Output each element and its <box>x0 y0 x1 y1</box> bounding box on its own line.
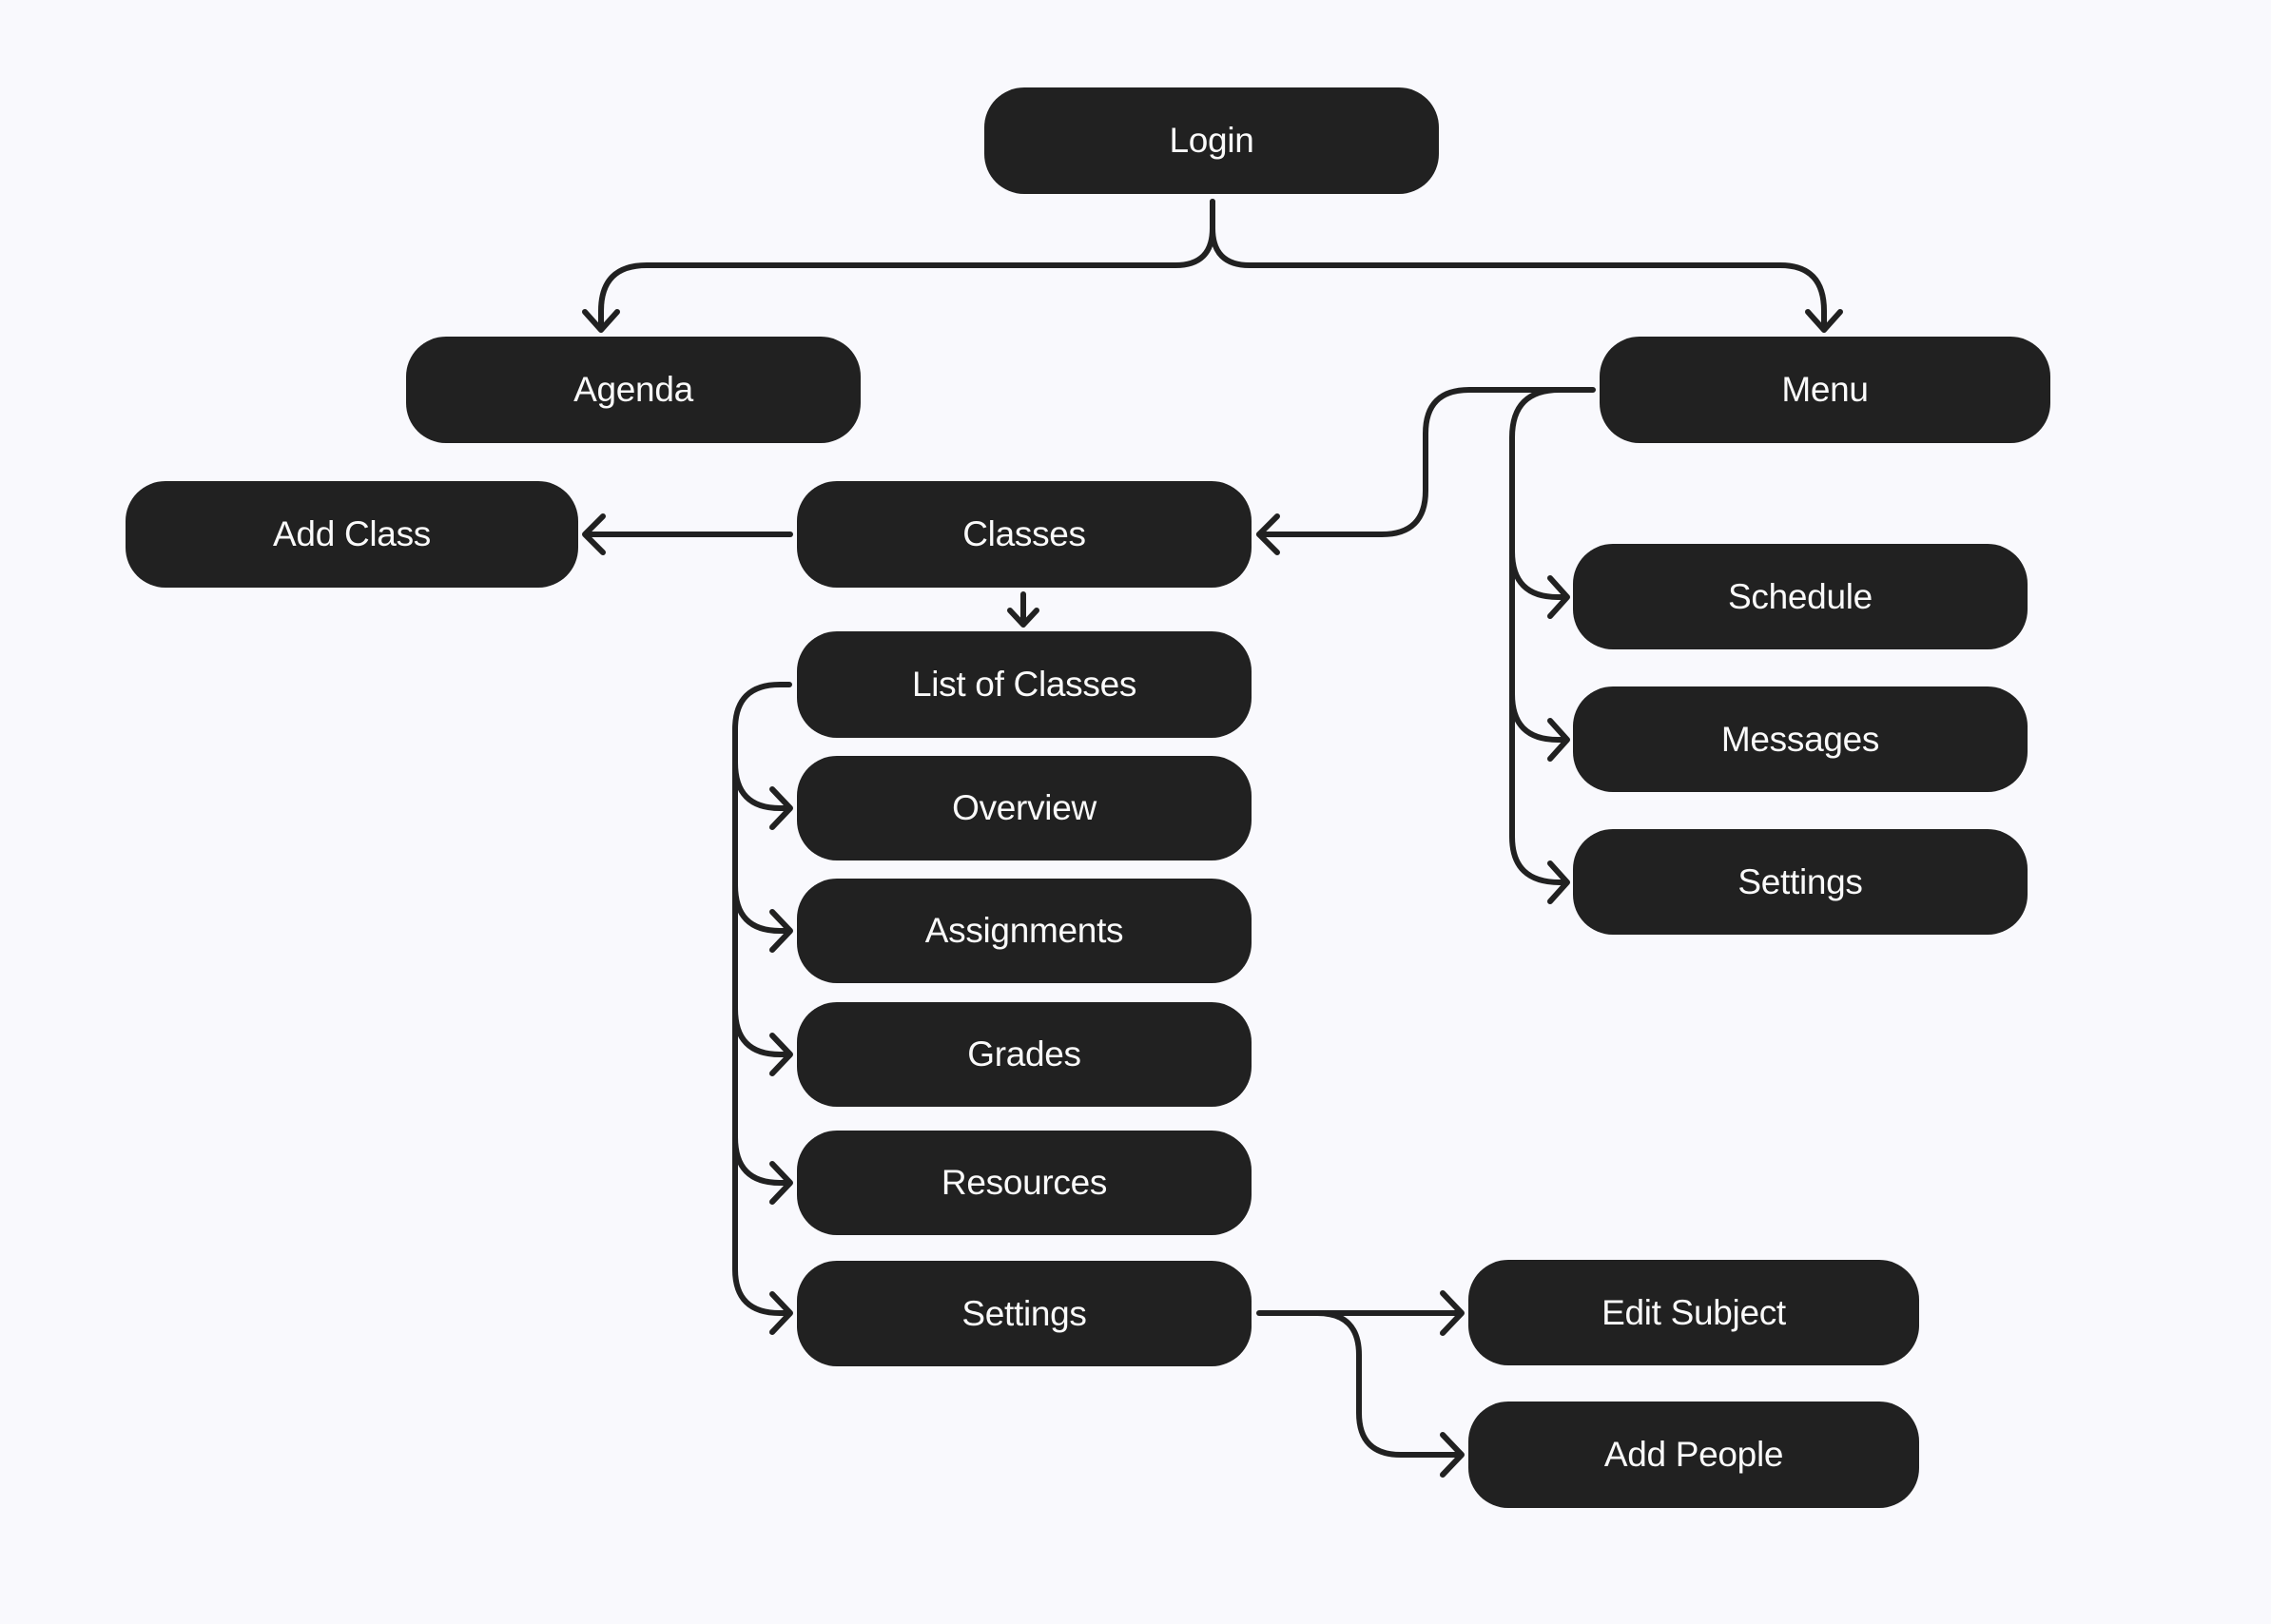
edge-login-menu <box>1210 199 1827 332</box>
node-menu-settings[interactable]: Settings <box>1573 829 2028 935</box>
node-label: Schedule <box>1728 576 1873 616</box>
edge-list-trunk <box>732 682 792 1316</box>
node-label: Settings <box>961 1293 1087 1333</box>
node-add-people[interactable]: Add People <box>1468 1402 1919 1508</box>
node-messages[interactable]: Messages <box>1573 686 2028 792</box>
node-label: Login <box>1169 121 1254 160</box>
node-list-of-classes[interactable]: List of Classes <box>797 631 1252 738</box>
node-resources[interactable]: Resources <box>797 1131 1252 1235</box>
node-grades[interactable]: Grades <box>797 1002 1252 1107</box>
node-login[interactable]: Login <box>984 87 1439 194</box>
node-label: Menu <box>1781 370 1869 409</box>
node-label: Classes <box>962 514 1086 553</box>
edge-menu-classes <box>1256 387 1596 537</box>
node-label: Settings <box>1737 861 1863 901</box>
node-label: Messages <box>1720 719 1880 759</box>
node-classes[interactable]: Classes <box>797 481 1252 588</box>
node-class-settings[interactable]: Settings <box>797 1261 1252 1366</box>
edge-settings-addpeople <box>1314 1310 1464 1458</box>
node-label: List of Classes <box>911 665 1137 704</box>
node-agenda[interactable]: Agenda <box>406 337 861 443</box>
node-add-class[interactable]: Add Class <box>126 481 578 588</box>
edge-menu-children-trunk <box>1509 387 1568 885</box>
node-assignments[interactable]: Assignments <box>797 879 1252 983</box>
node-label: Add Class <box>273 514 431 553</box>
node-label: Add People <box>1603 1435 1784 1474</box>
node-label: Overview <box>952 788 1097 827</box>
node-edit-subject[interactable]: Edit Subject <box>1468 1260 1919 1365</box>
node-label: Grades <box>967 1034 1081 1073</box>
node-schedule[interactable]: Schedule <box>1573 544 2028 649</box>
node-label: Agenda <box>573 370 693 409</box>
node-label: Assignments <box>924 911 1124 950</box>
node-overview[interactable]: Overview <box>797 756 1252 860</box>
node-label: Edit Subject <box>1601 1292 1786 1332</box>
node-menu[interactable]: Menu <box>1600 337 2050 443</box>
edge-login-agenda <box>598 199 1215 332</box>
node-label: Resources <box>941 1163 1108 1202</box>
